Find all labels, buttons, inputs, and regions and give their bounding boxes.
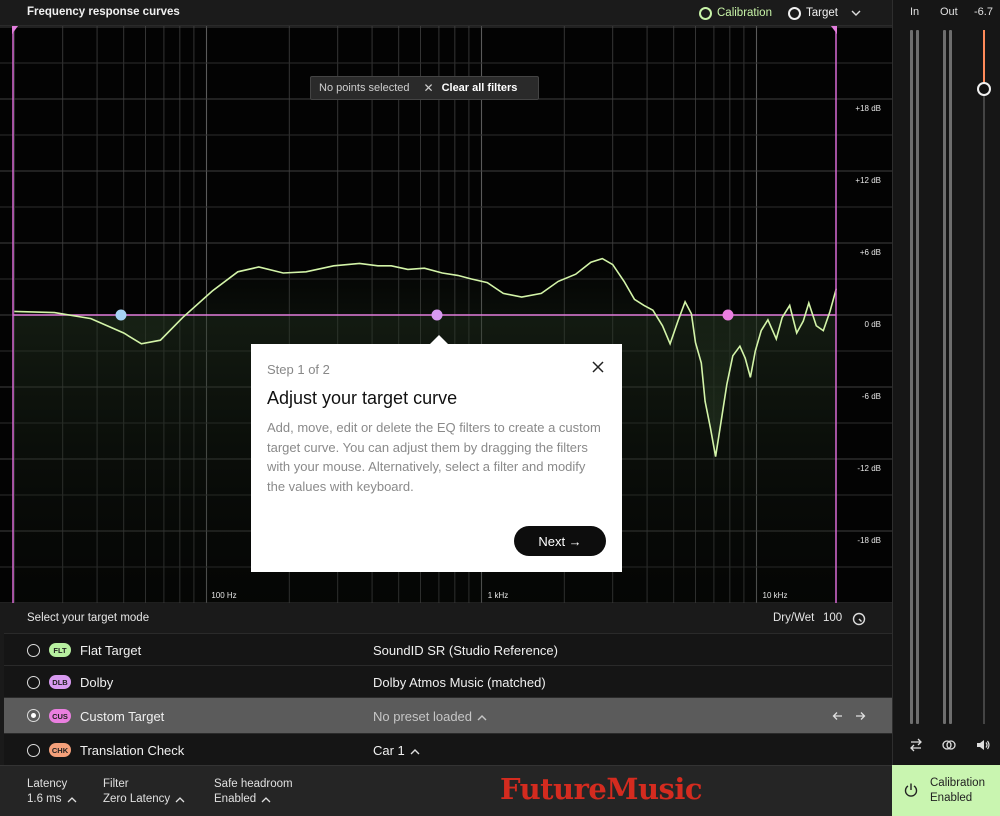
meter-out-left: [943, 30, 946, 724]
radio-translation-check[interactable]: [27, 744, 40, 757]
badge-cus: CUS: [49, 709, 71, 723]
meter-out-label: Out: [940, 6, 958, 18]
popover-arrow: [429, 335, 449, 345]
speaker-icon[interactable]: [975, 737, 991, 753]
drywet-knob-icon[interactable]: [852, 612, 866, 626]
headroom-group[interactable]: Safe headroom Enabled: [214, 777, 293, 807]
graph-title: Frequency response curves: [27, 6, 180, 18]
target-name-flat: Flat Target: [80, 643, 142, 658]
level-meters-panel: In Out -6.7: [892, 0, 1000, 765]
filter-point-1[interactable]: [115, 309, 127, 321]
brand-watermark: FutureMusic: [500, 772, 703, 806]
chevron-up-icon: [410, 748, 420, 755]
latency-label: Latency: [27, 778, 68, 790]
selection-toolbar: No points selected ✕ Clear all filters: [310, 76, 539, 100]
db-label-minus18: -18 dB: [857, 536, 881, 545]
calibration-toggle[interactable]: Calibration Enabled: [892, 765, 1000, 816]
onboarding-popover: Step 1 of 2 Adjust your target curve Add…: [251, 335, 622, 572]
selection-status: No points selected: [319, 82, 410, 94]
target-row-translation[interactable]: CHK Translation Check Car 1: [4, 733, 892, 765]
popover-title: Adjust your target curve: [267, 388, 458, 408]
meter-in-right: [916, 30, 919, 724]
legend-calibration-toggle[interactable]: Calibration: [699, 5, 772, 21]
chevron-down-icon[interactable]: [849, 6, 863, 20]
latency-value: 1.6 ms: [27, 793, 62, 805]
target-ring-icon: [788, 6, 801, 20]
preset-custom-label: No preset loaded: [373, 709, 473, 724]
preset-flat[interactable]: SoundID SR (Studio Reference): [373, 643, 558, 658]
preset-custom[interactable]: No preset loaded: [373, 709, 488, 724]
radio-custom-target[interactable]: [27, 709, 40, 722]
chevron-up-icon: [261, 796, 271, 802]
output-gain-value[interactable]: -6.7: [974, 6, 993, 18]
chevron-up-icon: [175, 796, 185, 802]
calibration-ring-icon: [699, 6, 712, 20]
target-mode-header: Select your target mode Dry/Wet 100: [0, 603, 892, 633]
filter-group[interactable]: Filter Zero Latency: [103, 777, 185, 807]
legend-target-toggle[interactable]: Target: [788, 5, 838, 21]
graph-header: Frequency response curves Calibration Ta…: [0, 0, 892, 26]
filter-label: Filter: [103, 778, 129, 790]
meter-in-left: [910, 30, 913, 724]
popover-body: Add, move, edit or delete the EQ filters…: [267, 420, 601, 494]
preset-dolby[interactable]: Dolby Atmos Music (matched): [373, 675, 546, 690]
preset-translation-label: Car 1: [373, 743, 405, 758]
swap-channels-icon[interactable]: [908, 737, 924, 753]
radio-flat-target[interactable]: [27, 644, 40, 657]
close-icon[interactable]: ✕: [424, 81, 434, 95]
preset-translation[interactable]: Car 1: [373, 743, 421, 758]
output-gain-slider-handle[interactable]: [977, 82, 991, 96]
preset-nav-arrows[interactable]: [832, 709, 872, 723]
drywet-label: Dry/Wet: [773, 612, 815, 624]
output-gain-slider-track[interactable]: [983, 30, 985, 724]
output-gain-slider-fill: [983, 30, 985, 88]
power-icon: [904, 783, 918, 797]
legend-calibration-label: Calibration: [717, 7, 772, 19]
latency-group[interactable]: Latency 1.6 ms: [27, 777, 77, 807]
app-window: Frequency response curves Calibration Ta…: [0, 0, 1000, 816]
target-row-custom[interactable]: CUS Custom Target No preset loaded: [4, 697, 892, 733]
freq-label-10khz: 10 kHz: [763, 591, 788, 600]
headroom-label: Safe headroom: [214, 778, 293, 790]
filter-point-3[interactable]: [722, 309, 734, 321]
mono-icon[interactable]: [941, 737, 957, 753]
badge-chk: CHK: [49, 743, 71, 757]
freq-label-100hz: 100 Hz: [211, 591, 236, 600]
target-mode-label: Select your target mode: [27, 612, 150, 624]
next-button[interactable]: Next →: [514, 526, 606, 556]
popover-step: Step 1 of 2: [267, 362, 330, 377]
target-name-dolby: Dolby: [80, 675, 114, 690]
calibration-status-line1: Calibration: [930, 777, 985, 789]
db-label-zero: 0 dB: [865, 320, 881, 329]
target-row-flat[interactable]: FLT Flat Target SoundID SR (Studio Refer…: [4, 633, 892, 666]
legend-target-label: Target: [806, 7, 838, 19]
db-label-plus12: +12 dB: [855, 176, 881, 185]
headroom-value: Enabled: [214, 793, 257, 805]
chevron-up-icon: [67, 796, 76, 802]
target-row-dolby[interactable]: DLB Dolby Dolby Atmos Music (matched): [4, 665, 892, 698]
freq-label-1khz: 1 kHz: [488, 591, 508, 600]
target-name-translation: Translation Check: [80, 743, 185, 758]
arrow-right-icon: [856, 712, 866, 720]
drywet-value[interactable]: 100: [823, 612, 842, 624]
footer-bar: Latency 1.6 ms Filter Zero Latency Safe …: [0, 765, 892, 816]
meter-in-label: In: [910, 6, 920, 18]
arrow-left-icon: [832, 712, 842, 720]
filter-point-2[interactable]: [431, 309, 443, 321]
db-label-minus12: -12 dB: [857, 464, 881, 473]
db-label-plus18: +18 dB: [855, 104, 881, 113]
target-name-custom: Custom Target: [80, 709, 165, 724]
db-label-plus6: +6 dB: [860, 248, 881, 257]
calibration-status-line2: Enabled: [930, 792, 973, 804]
clear-all-filters-button[interactable]: Clear all filters: [442, 82, 518, 94]
badge-flt: FLT: [49, 643, 71, 657]
close-icon[interactable]: [590, 359, 606, 375]
chevron-up-icon: [477, 714, 487, 721]
meter-out-right: [949, 30, 952, 724]
radio-dolby[interactable]: [27, 676, 40, 689]
badge-dlb: DLB: [49, 675, 71, 689]
db-label-minus6: -6 dB: [862, 392, 881, 401]
filter-value: Zero Latency: [103, 793, 171, 805]
